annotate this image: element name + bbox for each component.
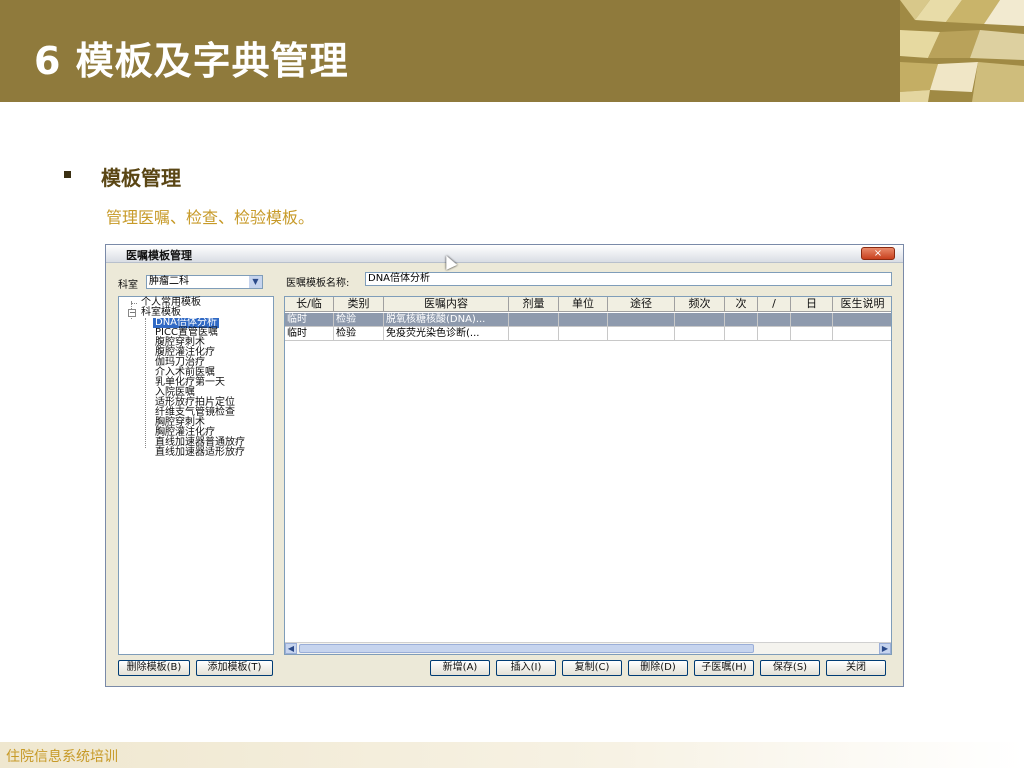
- table-cell: [833, 327, 891, 340]
- sub-order-button[interactable]: 子医嘱(H): [694, 660, 754, 676]
- table-cell: [725, 327, 758, 340]
- table-cell: [725, 313, 758, 326]
- chevron-down-icon[interactable]: ▼: [249, 276, 262, 288]
- template-name-label: 医嘱模板名称:: [286, 278, 350, 289]
- copy-button[interactable]: 复制(C): [562, 660, 622, 676]
- column-header[interactable]: 医嘱内容: [384, 297, 509, 311]
- column-header[interactable]: 类别: [334, 297, 384, 311]
- scroll-right-icon[interactable]: ▶: [879, 643, 891, 654]
- slide: 6 模板及字典管理 模板管理 管理医嘱、检查、检验模板。 医嘱模板管理 × 科室…: [0, 0, 1024, 768]
- table-cell: [791, 327, 833, 340]
- table-cell: 临时: [285, 313, 334, 326]
- table-cell: 检验: [334, 313, 384, 326]
- tree-node[interactable]: 直线加速器适形放疗: [155, 448, 245, 458]
- save-button[interactable]: 保存(S): [760, 660, 820, 676]
- bullet-title: 模板管理: [101, 166, 181, 190]
- delete-template-button[interactable]: 删除模板(B): [118, 660, 190, 676]
- column-header[interactable]: 剂量: [509, 297, 559, 311]
- column-header[interactable]: 次: [725, 297, 758, 311]
- table-cell: [758, 313, 791, 326]
- window-title: 医嘱模板管理: [126, 249, 192, 262]
- decorative-cubes: [900, 0, 1024, 102]
- column-header[interactable]: 单位: [559, 297, 608, 311]
- template-tree[interactable]: 个人常用模板 − 科室模板 DNA倍体分析 PICC置管医嘱 腹腔穿刺术 腹腔灌…: [118, 296, 274, 655]
- table-cell: [509, 313, 559, 326]
- column-header[interactable]: /: [758, 297, 791, 311]
- horizontal-scrollbar[interactable]: ◀ ▶: [285, 642, 891, 654]
- new-button[interactable]: 新增(A): [430, 660, 490, 676]
- table-cell: [509, 327, 559, 340]
- header-band: 6 模板及字典管理: [0, 0, 1024, 102]
- collapse-icon[interactable]: −: [128, 309, 136, 317]
- add-template-button[interactable]: 添加模板(T): [196, 660, 273, 676]
- window-titlebar: 医嘱模板管理 ×: [106, 245, 903, 263]
- window-close-button[interactable]: ×: [861, 247, 895, 260]
- scroll-left-icon[interactable]: ◀: [285, 643, 297, 654]
- table-cell: [833, 313, 891, 326]
- template-name-input[interactable]: DNA倍体分析: [365, 272, 892, 286]
- table-cell: [675, 327, 725, 340]
- column-header[interactable]: 频次: [675, 297, 725, 311]
- footer-text: 住院信息系统培训: [6, 749, 118, 765]
- template-manager-window: 医嘱模板管理 × 科室 肿瘤二科 ▼ 医嘱模板名称: DNA倍体分析 个人常用模…: [105, 244, 904, 687]
- bullet-marker: [64, 171, 71, 178]
- table-row[interactable]: 临时 检验 脱氧核糖核酸(DNA)...: [285, 313, 891, 327]
- table-cell: 脱氧核糖核酸(DNA)...: [384, 313, 509, 326]
- scrollbar-thumb[interactable]: [299, 644, 754, 653]
- table-cell: [608, 313, 675, 326]
- insert-button[interactable]: 插入(I): [496, 660, 556, 676]
- page-title: 6 模板及字典管理: [34, 39, 349, 83]
- table-cell: 免疫荧光染色诊断(...: [384, 327, 509, 340]
- table-cell: [758, 327, 791, 340]
- column-header[interactable]: 医生说明: [833, 297, 891, 311]
- dept-select[interactable]: 肿瘤二科 ▼: [146, 275, 263, 289]
- table-cell: 检验: [334, 327, 384, 340]
- column-header[interactable]: 日: [791, 297, 833, 311]
- table-cell: [791, 313, 833, 326]
- table-row[interactable]: 临时 检验 免疫荧光染色诊断(...: [285, 327, 891, 341]
- close-button[interactable]: 关闭: [826, 660, 886, 676]
- table-cell: [675, 313, 725, 326]
- column-header[interactable]: 长/临: [285, 297, 334, 311]
- grid-header: 长/临 类别 医嘱内容 剂量 单位 途径 频次 次 / 日 医生说明: [285, 297, 891, 312]
- table-cell: 临时: [285, 327, 334, 340]
- table-cell: [559, 313, 608, 326]
- table-cell: [559, 327, 608, 340]
- dept-select-value: 肿瘤二科: [149, 276, 189, 287]
- delete-button[interactable]: 删除(D): [628, 660, 688, 676]
- footer-band: 住院信息系统培训: [0, 742, 1024, 768]
- bullet-subtitle: 管理医嘱、检查、检验模板。: [106, 208, 315, 227]
- column-header[interactable]: 途径: [608, 297, 675, 311]
- order-grid[interactable]: 长/临 类别 医嘱内容 剂量 单位 途径 频次 次 / 日 医生说明 临时 检验…: [284, 296, 892, 655]
- table-cell: [608, 327, 675, 340]
- dept-label: 科室: [118, 280, 138, 291]
